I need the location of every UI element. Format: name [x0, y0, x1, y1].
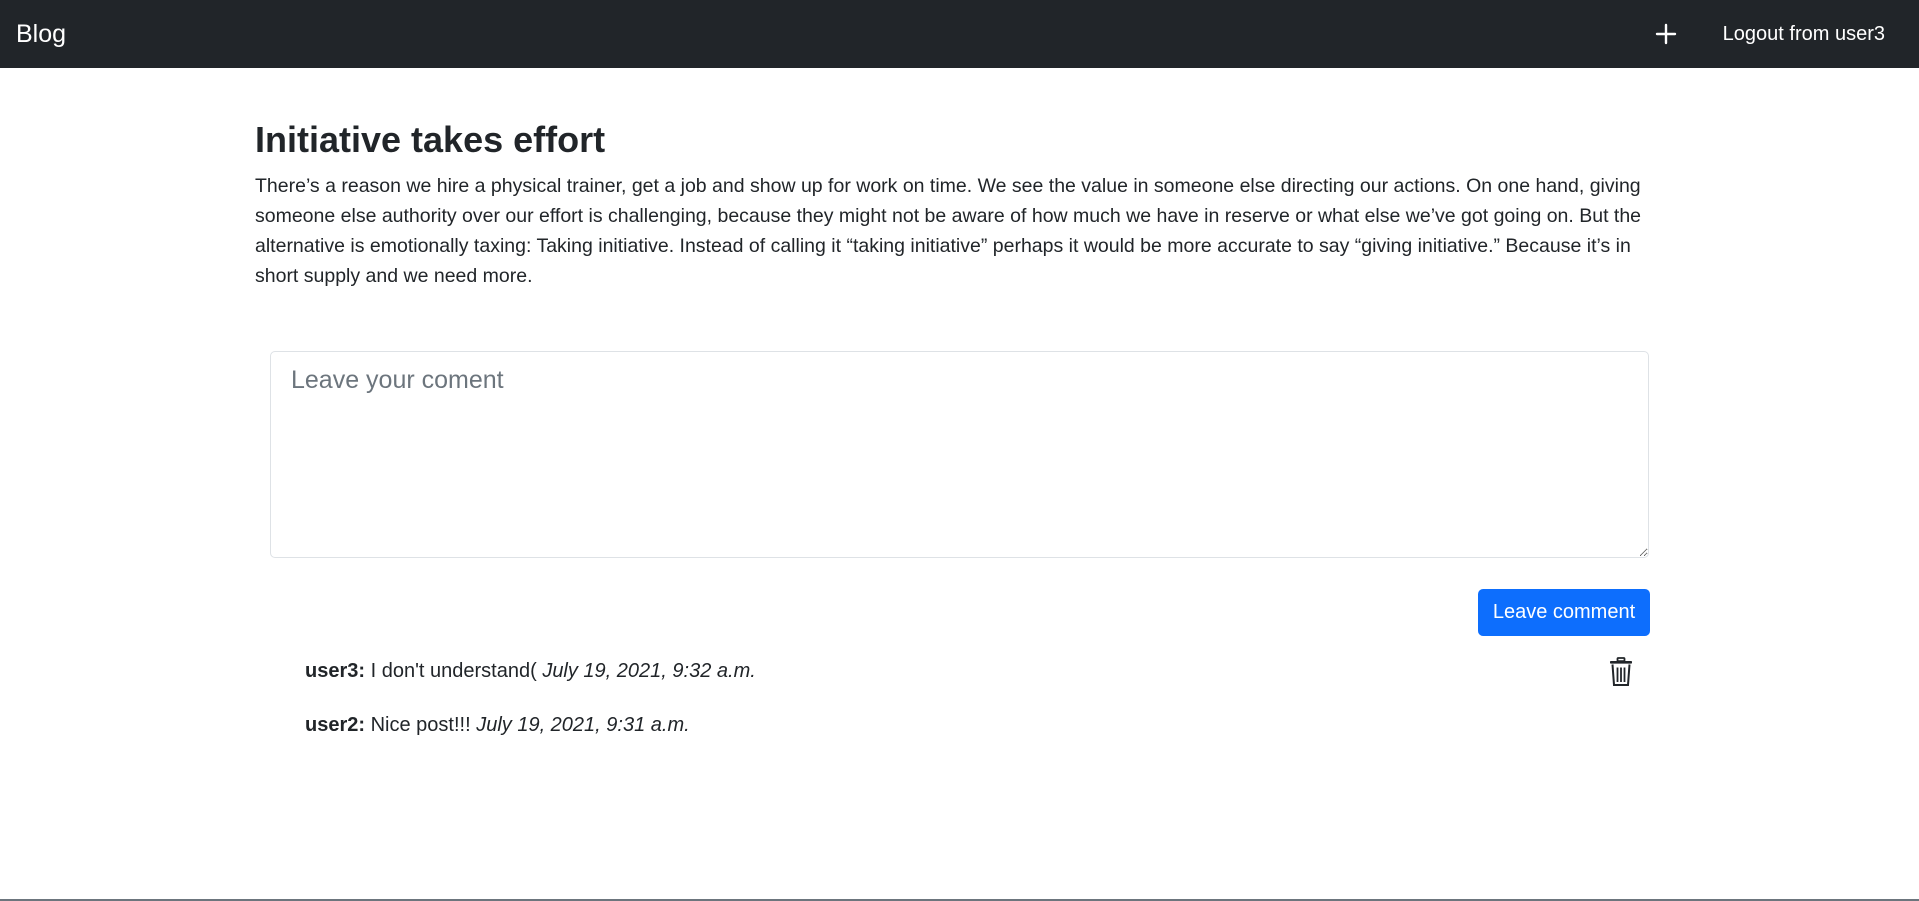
comment-author: user2: [305, 714, 366, 736]
comment-textarea[interactable] [270, 351, 1649, 558]
comment-list: user3: I don't understand( July 19, 2021… [305, 656, 1635, 740]
plus-icon [1655, 23, 1676, 45]
comment-author: user3: [305, 660, 366, 682]
post-body: There’s a reason we hire a physical trai… [255, 175, 1642, 288]
logout-link[interactable]: Logout from user3 [1723, 23, 1885, 46]
top-navbar: Blog Logout from user3 [0, 0, 1919, 68]
brand-link[interactable]: Blog [16, 21, 66, 47]
comment-date: July 19, 2021, 9:31 a.m. [476, 714, 690, 736]
comment-text: Nice post!!! [370, 714, 471, 736]
comment-item: user2: Nice post!!! July 19, 2021, 9:31 … [305, 710, 1635, 740]
add-post-button[interactable] [1655, 23, 1677, 45]
post-title: Initiative takes effort [255, 119, 606, 160]
comment-item: user3: I don't understand( July 19, 2021… [305, 656, 1635, 686]
leave-comment-button[interactable]: Leave comment [1478, 589, 1650, 636]
comment-text: I don't understand( [370, 660, 537, 682]
trash-icon [1610, 657, 1632, 686]
delete-comment-button[interactable] [1607, 656, 1635, 688]
comment-date: July 19, 2021, 9:32 a.m. [542, 660, 756, 682]
navbar-actions: Logout from user3 [1655, 23, 1885, 46]
post: Initiative takes effort There’s a reason… [255, 118, 1665, 291]
